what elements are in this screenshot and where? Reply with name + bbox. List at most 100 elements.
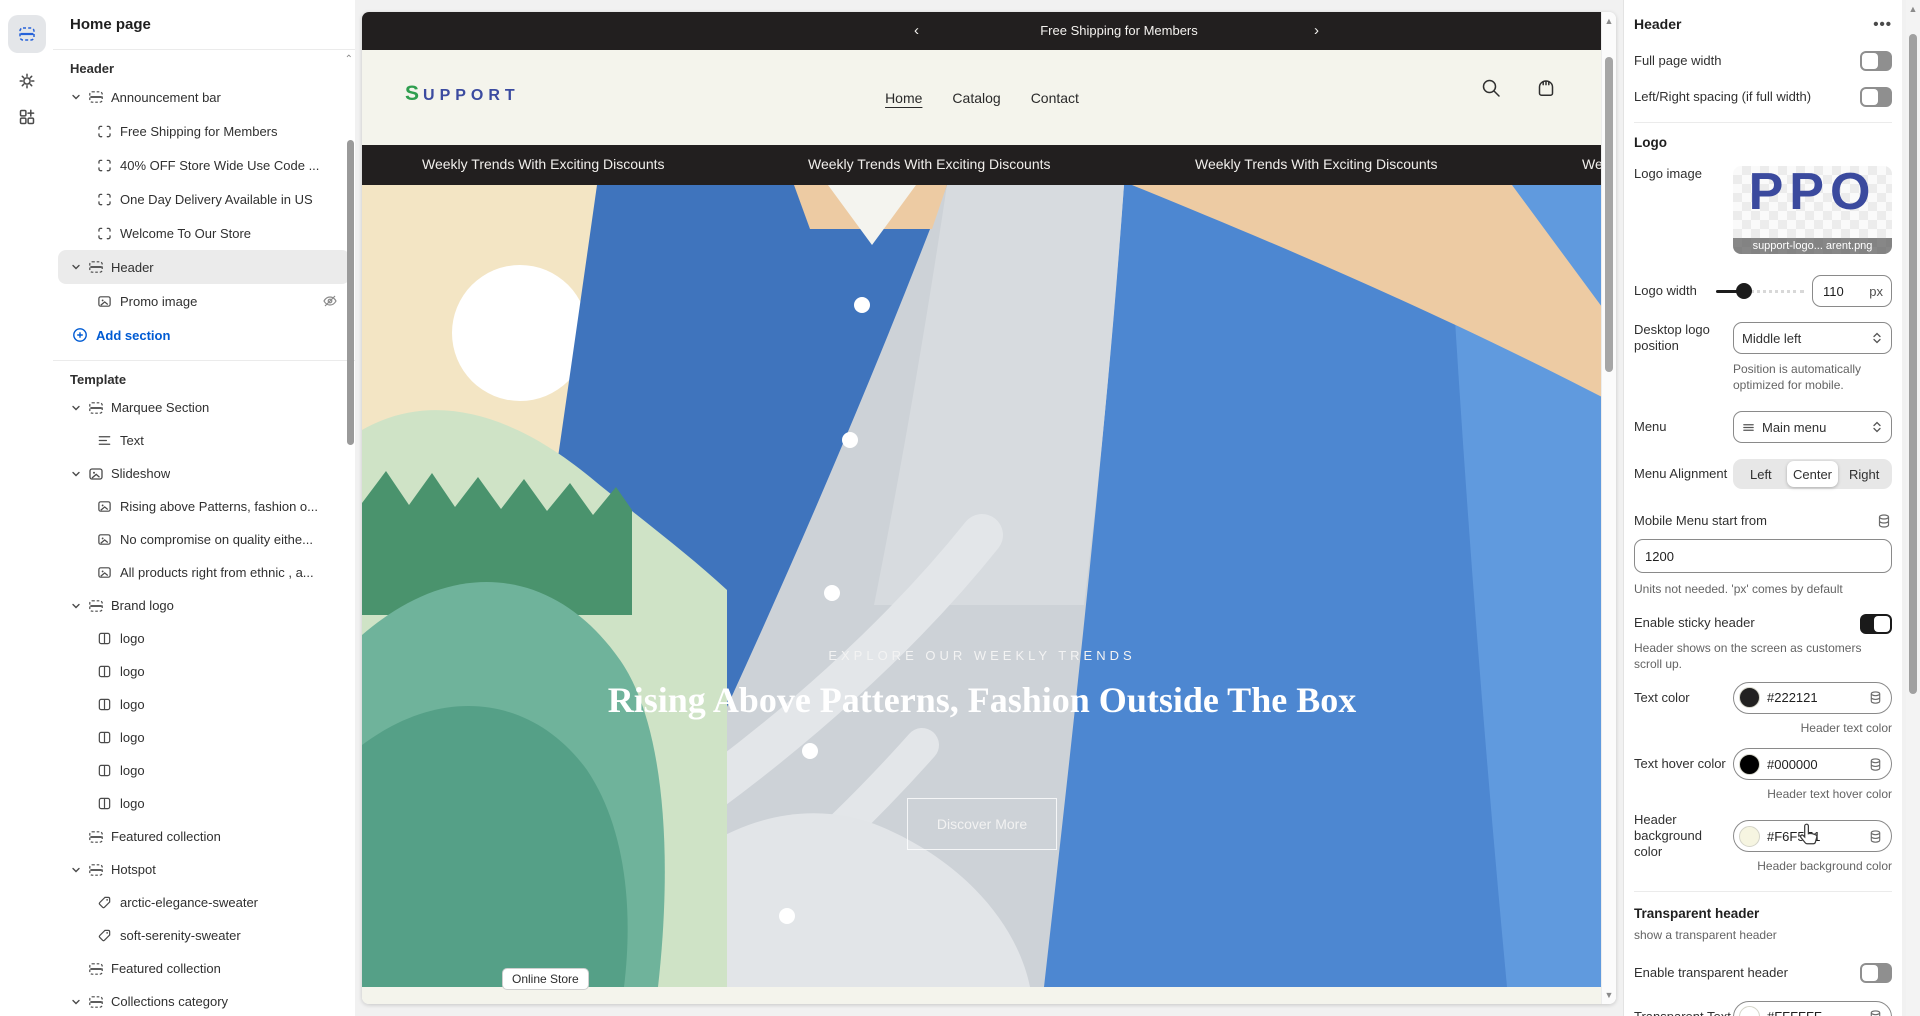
layer-row-logo[interactable]: logo — [58, 721, 350, 754]
layer-row-slideshow[interactable]: Slideshow — [58, 457, 350, 490]
lr-spacing-toggle[interactable] — [1860, 87, 1892, 107]
cart-basket-icon[interactable] — [1534, 76, 1558, 100]
chevron-down-icon[interactable] — [70, 261, 82, 273]
add-section-button[interactable]: Add section — [58, 318, 350, 352]
align-left-button[interactable]: Left — [1735, 461, 1787, 487]
layer-row-logo[interactable]: logo — [58, 754, 350, 787]
more-options-icon[interactable]: ••• — [1873, 16, 1892, 33]
layers-tree: Header Announcement bar Free Shipping fo… — [53, 50, 355, 1016]
layer-row-logo[interactable]: logo — [58, 787, 350, 820]
logo-position-select[interactable]: Middle left — [1733, 322, 1892, 354]
layer-row-collections-category[interactable]: Collections category — [58, 985, 350, 1016]
announcement-bar[interactable]: ‹ Free Shipping for Members › — [362, 12, 1602, 50]
header-bg-color-picker[interactable]: #F6F5E1 — [1733, 820, 1892, 852]
layer-row-featured-collection[interactable]: Featured collection — [58, 952, 350, 985]
transparent-header-toggle[interactable] — [1860, 963, 1892, 983]
layer-row-logo[interactable]: logo — [58, 622, 350, 655]
layer-label: Text — [120, 433, 144, 448]
layer-row-block[interactable]: Free Shipping for Members — [58, 114, 350, 148]
announcement-prev-icon[interactable]: ‹ — [914, 21, 919, 41]
layer-row-block[interactable]: 40% OFF Store Wide Use Code ... — [58, 148, 350, 182]
store-header[interactable]: SUPPORT Home Catalog Contact — [362, 50, 1602, 145]
layer-row-slide[interactable]: All products right from ethnic , a... — [58, 556, 350, 589]
preview-scrollbar[interactable]: ▲ ▼ — [1601, 12, 1616, 1004]
full-page-width-toggle[interactable] — [1860, 51, 1892, 71]
nav-home[interactable]: Home — [885, 90, 922, 106]
mobile-menu-input[interactable] — [1634, 539, 1892, 573]
announcement-next-icon[interactable]: › — [1314, 21, 1319, 41]
dynamic-source-icon[interactable] — [1868, 757, 1883, 772]
add-section-label: Add section — [96, 328, 170, 343]
marquee-text: Weekly Trends With Exciting Discounts — [1195, 156, 1438, 172]
dynamic-source-icon[interactable] — [1876, 513, 1892, 529]
dynamic-source-icon[interactable] — [1868, 1009, 1883, 1016]
layer-row-product-tag[interactable]: soft-serenity-sweater — [58, 919, 350, 952]
layer-row-brand-logo[interactable]: Brand logo — [58, 589, 350, 622]
layer-row-marquee-section[interactable]: Marquee Section — [58, 391, 350, 424]
transparent-text-color-picker[interactable]: #FFFFFF — [1733, 1001, 1892, 1016]
sidebar-scrollbar[interactable] — [347, 140, 354, 445]
chevron-down-icon[interactable] — [70, 996, 82, 1008]
text-color-picker[interactable]: #222121 — [1733, 682, 1892, 714]
layer-row-header-selected[interactable]: Header — [58, 250, 350, 284]
search-icon[interactable] — [1479, 76, 1503, 100]
layer-row-hotspot[interactable]: Hotspot — [58, 853, 350, 886]
layer-row-product-tag[interactable]: arctic-elegance-sweater — [58, 886, 350, 919]
menu-select[interactable]: Main menu — [1733, 411, 1892, 443]
layer-row-promo-image[interactable]: Promo image — [58, 284, 350, 318]
layer-row-block[interactable]: Welcome To Our Store — [58, 216, 350, 250]
nav-contact[interactable]: Contact — [1031, 90, 1079, 106]
logo-width-input[interactable] — [1821, 283, 1851, 300]
theme-settings-button[interactable] — [8, 62, 46, 100]
group-label-template: Template — [53, 367, 355, 391]
align-center-button[interactable]: Center — [1787, 461, 1839, 487]
sticky-header-toggle[interactable] — [1860, 614, 1892, 634]
layer-row-slide[interactable]: No compromise on quality eithe... — [58, 523, 350, 556]
logo-heading: Logo — [1634, 135, 1892, 150]
main-nav: Home Catalog Contact — [362, 90, 1602, 106]
color-swatch — [1739, 1006, 1760, 1016]
layer-row-text[interactable]: Text — [58, 424, 350, 457]
text-hover-color-picker[interactable]: #000000 — [1733, 748, 1892, 780]
text-color-help: Header text color — [1634, 720, 1892, 736]
preview-scroll-thumb[interactable] — [1605, 57, 1613, 372]
logo-width-slider[interactable] — [1716, 283, 1804, 299]
app-embeds-button[interactable] — [8, 98, 46, 136]
chevron-down-icon[interactable] — [70, 864, 82, 876]
scroll-up-icon[interactable]: ▲ — [1602, 16, 1616, 26]
marquee-text: Weekly Trends With Exciting Discounts — [808, 156, 1051, 172]
discover-more-button[interactable]: Discover More — [907, 798, 1057, 850]
sidebar-scroll-up-icon[interactable]: ⌃ — [345, 54, 353, 65]
chevron-down-icon[interactable] — [70, 91, 82, 103]
layer-label: logo — [120, 796, 145, 811]
marquee-text: Weekly Trends With Exciting Discounts — [1582, 156, 1602, 172]
chevron-down-icon[interactable] — [70, 468, 82, 480]
menu-alignment-segmented: Left Center Right — [1733, 459, 1892, 489]
sections-tab-button[interactable] — [8, 15, 46, 53]
layer-row-logo[interactable]: logo — [58, 688, 350, 721]
dynamic-source-icon[interactable] — [1868, 690, 1883, 705]
scroll-down-icon[interactable]: ▼ — [1602, 990, 1616, 1000]
slider-handle[interactable] — [1736, 283, 1752, 299]
nav-catalog[interactable]: Catalog — [952, 90, 1000, 106]
layer-row-block[interactable]: One Day Delivery Available in US — [58, 182, 350, 216]
chevron-down-icon[interactable] — [70, 402, 82, 414]
layer-row-featured-collection[interactable]: Featured collection — [58, 820, 350, 853]
layer-row-announcement-bar[interactable]: Announcement bar — [58, 80, 350, 114]
layer-row-logo[interactable]: logo — [58, 655, 350, 688]
panel-scrollbar[interactable]: ▲ — [1906, 0, 1920, 1016]
logo-image-thumbnail[interactable]: PPO support-logo... arent.png — [1733, 166, 1892, 254]
apps-grid-plus-icon — [18, 108, 36, 126]
layer-row-slide[interactable]: Rising above Patterns, fashion o... — [58, 490, 350, 523]
align-right-button[interactable]: Right — [1838, 461, 1890, 487]
layer-label: One Day Delivery Available in US — [120, 192, 313, 207]
panel-scroll-thumb[interactable] — [1909, 34, 1917, 694]
scroll-up-icon[interactable]: ▲ — [1906, 4, 1920, 14]
transparent-header-help: show a transparent header — [1634, 927, 1892, 943]
chevron-down-icon[interactable] — [70, 600, 82, 612]
marquee-bar[interactable]: Weekly Trends With Exciting Discounts We… — [362, 145, 1602, 185]
menu-label: Menu — [1634, 419, 1667, 435]
eye-slash-icon[interactable] — [322, 293, 338, 309]
hero-slideshow[interactable]: EXPLORE OUR WEEKLY TRENDS Rising Above P… — [362, 185, 1602, 987]
dynamic-source-icon[interactable] — [1868, 829, 1883, 844]
